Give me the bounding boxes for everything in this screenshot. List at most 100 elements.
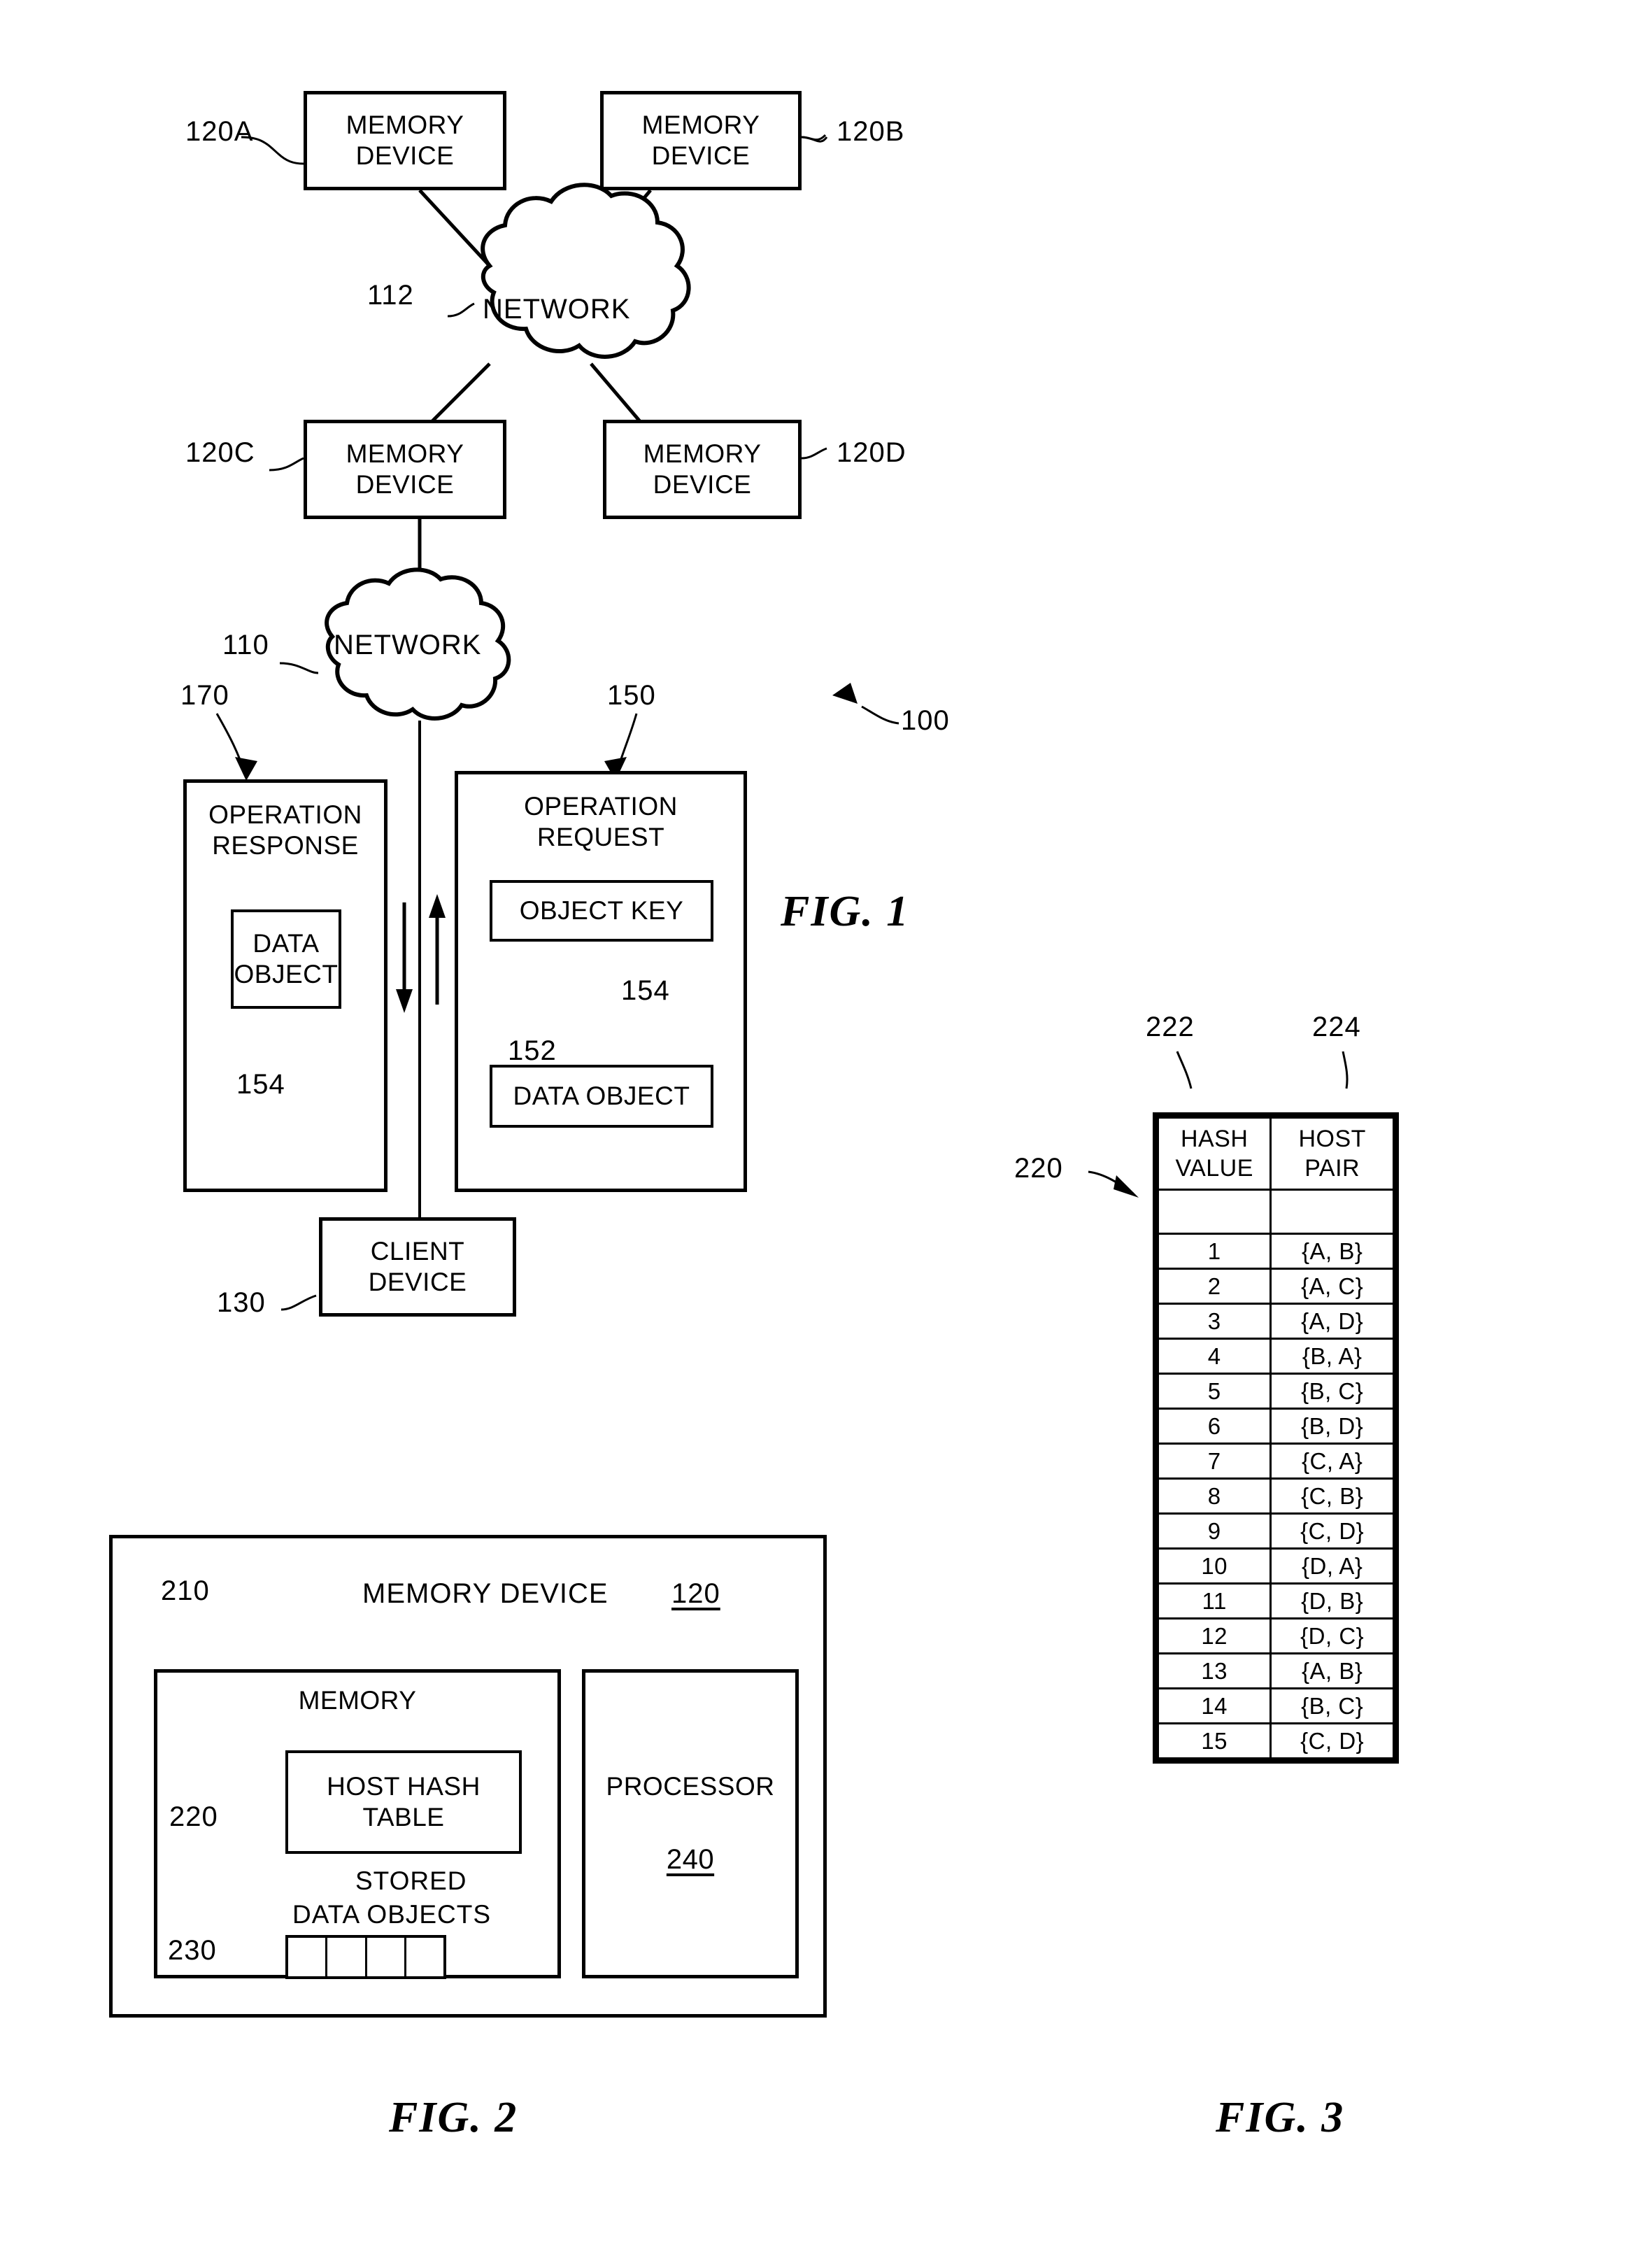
request-data-object-label: DATA OBJECT	[513, 1082, 690, 1111]
cell-host-pair: {A, B}	[1269, 1652, 1395, 1689]
cell-host-pair: {B, C}	[1269, 1687, 1395, 1724]
hash-value-line2: VALUE	[1175, 1155, 1253, 1182]
ref-120a: 120A	[185, 116, 254, 147]
cell-hash-value: 2	[1156, 1268, 1272, 1305]
table-row: 9 {C, D}	[1156, 1512, 1395, 1550]
table-row: 2 {A, C}	[1156, 1268, 1395, 1305]
cell-host-pair: {B, D}	[1269, 1408, 1395, 1445]
cell-hash-value: 12	[1156, 1617, 1272, 1654]
table-row: 14 {B, C}	[1156, 1687, 1395, 1724]
table-row: 13 {A, B}	[1156, 1652, 1395, 1689]
cell-host-pair: {B, C}	[1269, 1373, 1395, 1410]
client-device-line2: DEVICE	[368, 1268, 467, 1296]
col-header-hash-value: HASH VALUE	[1156, 1117, 1272, 1191]
operation-response-line1: OPERATION	[208, 800, 362, 829]
ref-220-fig3: 220	[1014, 1153, 1063, 1184]
processor-label: PROCESSOR	[606, 1771, 775, 1801]
table-row: 10 {D, A}	[1156, 1547, 1395, 1585]
memory-device-120d: MEMORY DEVICE	[603, 420, 802, 519]
cell-host-pair: {C, B}	[1269, 1477, 1395, 1515]
cell-hash-value: 10	[1156, 1547, 1272, 1585]
ref-130: 130	[217, 1287, 266, 1318]
hash-table-body: 1 {A, B} 2 {A, C} 3 {A, D} 4 {B, A} 5 {B, C} 6 {B, …	[1156, 1189, 1395, 1759]
memory-device-120d-line1: MEMORY	[643, 439, 762, 469]
stored-data-objects-line2: DATA OBJECTS	[292, 1900, 492, 1929]
client-device-box: CLIENT DEVICE	[319, 1217, 516, 1317]
ref-154-request: 154	[621, 975, 670, 1006]
ref-152: 152	[508, 1035, 557, 1066]
table-row: 12 {D, C}	[1156, 1617, 1395, 1654]
ref-220-fig2: 220	[169, 1801, 218, 1832]
host-hash-table-line2: TABLE	[362, 1803, 445, 1831]
cell-hash-value: 9	[1156, 1512, 1272, 1550]
memory-device-120c-line1: MEMORY	[346, 439, 464, 469]
col-header-host-pair: HOST PAIR	[1269, 1117, 1395, 1191]
stored-cell	[288, 1938, 328, 1976]
memory-device-120a-line1: MEMORY	[346, 111, 464, 140]
memory-device-120c: MEMORY DEVICE	[304, 420, 506, 519]
cell-hash-value: 8	[1156, 1477, 1272, 1515]
table-row: 5 {B, C}	[1156, 1373, 1395, 1410]
stored-data-objects-line1: STORED	[355, 1866, 467, 1895]
ref-120c: 120C	[185, 437, 255, 468]
memory-device-120d-line2: DEVICE	[653, 470, 752, 499]
memory-device-120b: MEMORY DEVICE	[600, 91, 802, 190]
ref-120d: 120D	[837, 437, 906, 468]
object-key-label: OBJECT KEY	[519, 896, 684, 926]
table-row: 8 {C, B}	[1156, 1477, 1395, 1515]
fig2-title-ref: 120	[671, 1578, 720, 1609]
memory-device-120a-line2: DEVICE	[355, 141, 455, 170]
table-row-refs	[1156, 1189, 1395, 1235]
cell-host-pair: {D, C}	[1269, 1617, 1395, 1654]
ref-222: 222	[1146, 1012, 1195, 1042]
cell-hash-value: 13	[1156, 1652, 1272, 1689]
memory-device-120c-line2: DEVICE	[355, 470, 455, 499]
table-row: 11 {D, B}	[1156, 1582, 1395, 1620]
operation-response-line2: RESPONSE	[212, 830, 359, 860]
client-device-line1: CLIENT	[370, 1237, 465, 1266]
host-pair-line1: HOST	[1298, 1125, 1366, 1152]
operation-response-data-object: DATA OBJECT	[231, 909, 341, 1009]
ref-230: 230	[168, 1935, 217, 1966]
table-row: 3 {A, D}	[1156, 1303, 1395, 1340]
table-row: 1 {A, B}	[1156, 1233, 1395, 1270]
network-112-label: NETWORK	[483, 294, 631, 325]
patent-drawing-sheet: MEMORY DEVICE 120A MEMORY DEVICE 120B NE…	[0, 0, 1636, 2268]
cell-hash-value: 3	[1156, 1303, 1272, 1340]
ref-224: 224	[1312, 1012, 1361, 1042]
stored-cell	[367, 1938, 406, 1976]
ref-154-response: 154	[236, 1069, 285, 1100]
cell-host-pair: {A, D}	[1269, 1303, 1395, 1340]
ref-100-system: 100	[901, 705, 950, 736]
cell-host-pair: {D, A}	[1269, 1547, 1395, 1585]
processor-box: PROCESSOR 240	[582, 1669, 799, 1978]
cell-hash-value: 1	[1156, 1233, 1272, 1270]
ref-150: 150	[607, 680, 656, 711]
response-data-object-line1: DATA	[252, 929, 320, 958]
hash-value-line1: HASH	[1180, 1125, 1249, 1152]
hash-table-header-row: HASH VALUE HOST PAIR	[1156, 1117, 1395, 1191]
table-row: 4 {B, A}	[1156, 1338, 1395, 1375]
memory-device-120a: MEMORY DEVICE	[304, 91, 506, 190]
object-key-box: OBJECT KEY	[490, 880, 713, 942]
fig2-title: MEMORY DEVICE	[362, 1578, 609, 1609]
ref-row-hash-cell	[1156, 1189, 1272, 1235]
operation-request-box: OPERATION REQUEST	[455, 771, 747, 1192]
table-row: 6 {B, D}	[1156, 1408, 1395, 1445]
cell-hash-value: 11	[1156, 1582, 1272, 1620]
table-row: 7 {C, A}	[1156, 1443, 1395, 1480]
cell-host-pair: {C, D}	[1269, 1512, 1395, 1550]
stored-cell	[327, 1938, 367, 1976]
cell-host-pair: {D, B}	[1269, 1582, 1395, 1620]
response-data-object-line2: OBJECT	[234, 960, 339, 988]
stored-cell	[406, 1938, 443, 1976]
figure-1-label: FIG. 1	[781, 888, 910, 935]
cell-host-pair: {A, C}	[1269, 1268, 1395, 1305]
cell-hash-value: 15	[1156, 1722, 1272, 1759]
memory-device-120b-line1: MEMORY	[641, 111, 760, 140]
network-110-label: NETWORK	[334, 630, 482, 660]
cell-hash-value: 14	[1156, 1687, 1272, 1724]
request-data-object-box: DATA OBJECT	[490, 1065, 713, 1128]
cell-host-pair: {B, A}	[1269, 1338, 1395, 1375]
host-hash-table-line1: HOST HASH	[327, 1772, 481, 1801]
